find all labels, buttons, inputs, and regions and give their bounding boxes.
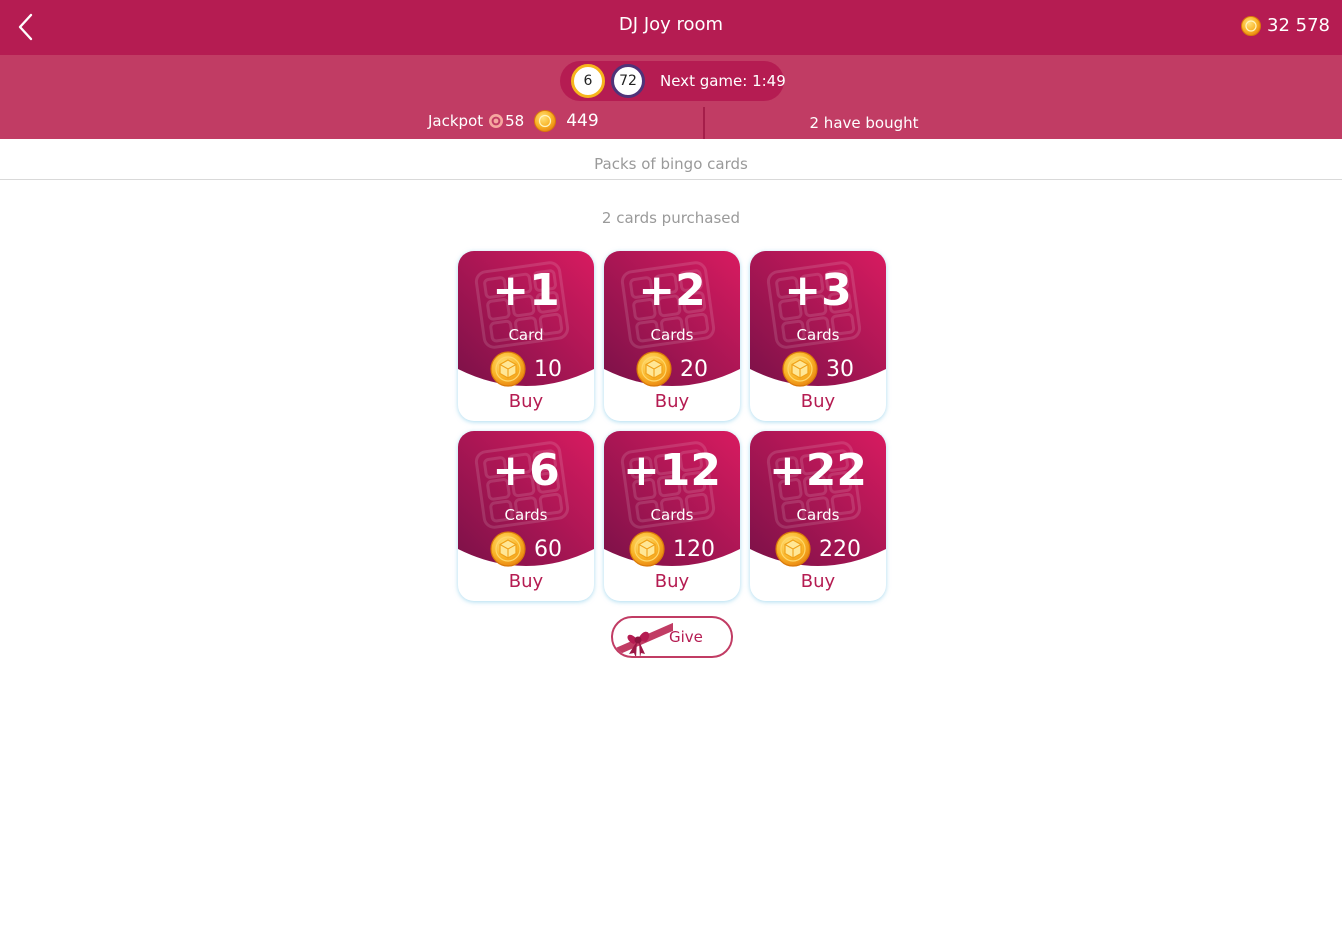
coin-icon (775, 531, 811, 567)
coin-balance: 32 578 (1241, 15, 1330, 36)
game-status-pill: 6 72 Next game: 1:49 (560, 61, 786, 101)
buy-button[interactable]: Buy (750, 571, 886, 592)
jackpot-coins: 449 (566, 111, 599, 131)
pack-unit: Cards (796, 326, 840, 344)
pack-price-value: 60 (534, 536, 562, 562)
pack-price: 120 (604, 531, 740, 567)
pack-amount: +1 (492, 265, 560, 316)
purchased-count: 2 cards purchased (601, 209, 741, 227)
coin-icon (1241, 15, 1262, 36)
pack-price: 60 (458, 531, 594, 567)
coin-icon (636, 351, 672, 387)
coin-icon (534, 110, 557, 132)
buy-button[interactable]: Buy (750, 391, 886, 412)
pack-amount: +2 (638, 265, 706, 316)
give-label: Give (669, 628, 703, 646)
pack-price: 10 (458, 351, 594, 387)
room-title: DJ Joy room (618, 14, 724, 35)
pack-price-value: 120 (673, 536, 715, 562)
target-icon (489, 114, 504, 128)
pack-price: 30 (750, 351, 886, 387)
drawn-ball-yellow: 6 (571, 64, 605, 98)
pack-price: 220 (750, 531, 886, 567)
pack-price: 20 (604, 351, 740, 387)
pack-unit: Cards (504, 506, 548, 524)
pack-unit: Cards (650, 326, 694, 344)
top-bar: DJ Joy room 32 578 (0, 0, 1342, 55)
pack-unit: Card (508, 326, 544, 344)
card-pack-3[interactable]: +3 Cards 30 Buy (750, 251, 886, 421)
info-divider (703, 107, 705, 139)
pack-amount: +6 (492, 445, 560, 496)
give-button[interactable]: Give (611, 616, 733, 658)
card-pack-6[interactable]: +22 Cards 220 Buy (750, 431, 886, 601)
pack-unit: Cards (796, 506, 840, 524)
buy-button[interactable]: Buy (458, 391, 594, 412)
jackpot-label: Jackpot (428, 112, 484, 130)
pack-amount: +22 (768, 445, 868, 496)
coin-icon (629, 531, 665, 567)
pack-price-value: 10 (534, 356, 562, 382)
bought-count: 2 have bought (809, 114, 919, 132)
drawn-ball-purple: 72 (611, 64, 645, 98)
buy-button[interactable]: Buy (604, 571, 740, 592)
card-pack-4[interactable]: +6 Cards 60 Buy (458, 431, 594, 601)
next-game-timer: Next game: 1:49 (660, 72, 786, 90)
pack-amount: +3 (784, 265, 852, 316)
card-pack-2[interactable]: +2 Cards 20 Buy (604, 251, 740, 421)
coin-icon (490, 531, 526, 567)
gift-bow-icon (613, 622, 673, 656)
balance-value: 32 578 (1267, 15, 1330, 36)
jackpot-balls: 58 (505, 112, 525, 130)
pack-unit: Cards (650, 506, 694, 524)
jackpot-info: Jackpot 58 449 (428, 110, 599, 132)
pack-price-value: 20 (680, 356, 708, 382)
coin-icon (782, 351, 818, 387)
section-title: Packs of bingo cards (594, 155, 748, 173)
pack-price-value: 220 (819, 536, 861, 562)
card-pack-1[interactable]: +1 Card 10 Buy (458, 251, 594, 421)
buy-button[interactable]: Buy (604, 391, 740, 412)
section-divider (0, 179, 1342, 180)
card-pack-5[interactable]: +12 Cards 120 Buy (604, 431, 740, 601)
pack-price-value: 30 (826, 356, 854, 382)
buy-button[interactable]: Buy (458, 571, 594, 592)
game-info-bar: 6 72 Next game: 1:49 Jackpot 58 449 2 ha… (0, 55, 1342, 139)
coin-icon (490, 351, 526, 387)
pack-amount: +12 (622, 445, 722, 496)
